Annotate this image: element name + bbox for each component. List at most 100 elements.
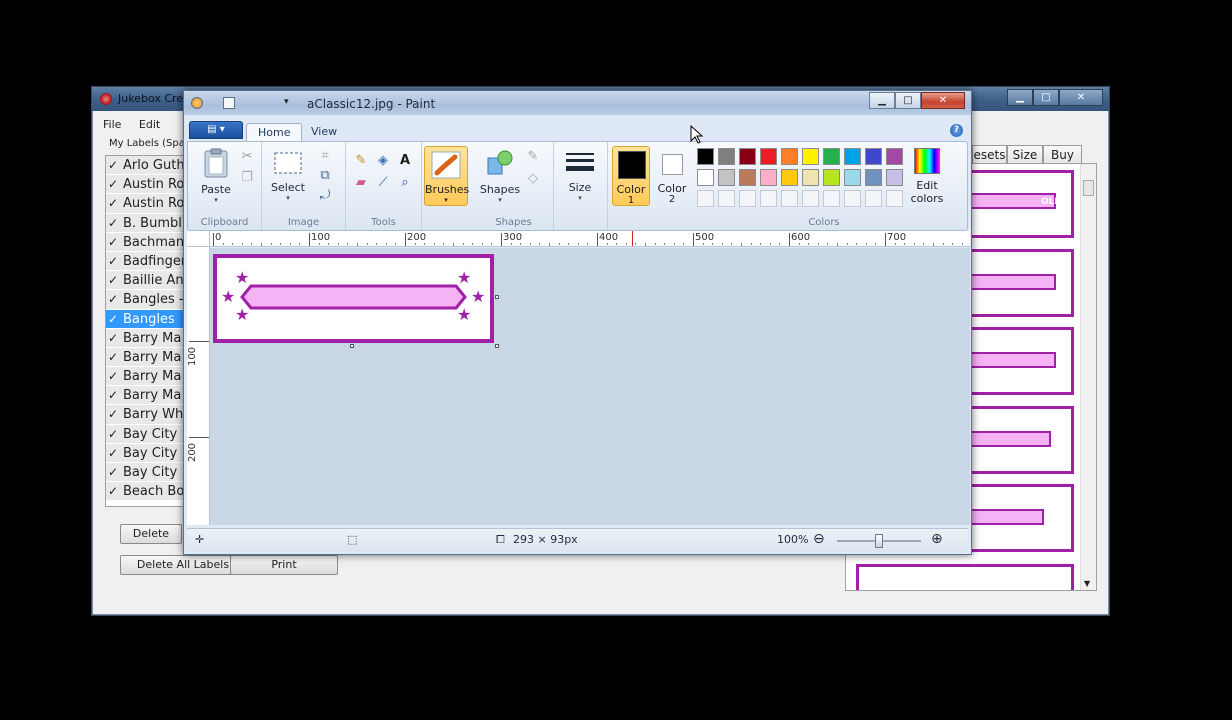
tab-size[interactable]: Size: [1007, 145, 1043, 165]
palette-swatch[interactable]: [823, 148, 840, 165]
check-icon[interactable]: ✓: [108, 463, 123, 482]
preview-label[interactable]: [956, 249, 1074, 317]
save-icon[interactable]: [223, 97, 235, 109]
palette-swatch[interactable]: [886, 169, 903, 186]
palette-swatch[interactable]: [865, 169, 882, 186]
check-icon[interactable]: ✓: [108, 214, 123, 233]
list-item[interactable]: ✓ Bay City: [106, 424, 192, 444]
palette-swatch[interactable]: [823, 169, 840, 186]
list-item[interactable]: ✓ Barry Wh: [106, 405, 192, 425]
list-item[interactable]: ✓ B. Bumbl: [106, 213, 192, 233]
list-item[interactable]: ✓ Beach Bo: [106, 482, 192, 502]
resize-handle[interactable]: [495, 295, 499, 299]
pencil-icon[interactable]: ✎: [352, 152, 370, 170]
check-icon[interactable]: ✓: [108, 233, 123, 252]
palette-swatch-empty[interactable]: [886, 190, 903, 207]
palette-swatch[interactable]: [802, 169, 819, 186]
delete-all-labels-button[interactable]: Delete All Labels: [120, 555, 246, 575]
crop-icon[interactable]: ⌗: [316, 147, 334, 165]
list-item[interactable]: ✓ Bangles -: [106, 290, 192, 310]
scroll-down-icon[interactable]: ▼: [1084, 579, 1090, 588]
list-item[interactable]: ✓ Barry Ma: [106, 347, 192, 368]
cut-icon[interactable]: ✂: [238, 148, 256, 166]
palette-swatch[interactable]: [718, 148, 735, 165]
list-item[interactable]: ✓ Barry Ma: [106, 328, 192, 348]
list-item[interactable]: ✓ Bangles: [106, 309, 192, 329]
check-icon[interactable]: ✓: [108, 252, 123, 271]
maximize-icon[interactable]: □: [1033, 89, 1059, 106]
tab-buy[interactable]: Buy: [1043, 145, 1082, 165]
check-icon[interactable]: ✓: [108, 367, 123, 386]
paint-titlebar[interactable]: ▾ aClassic12.jpg - Paint ▁ □ ✕: [184, 91, 971, 115]
resize-icon[interactable]: ⧉: [316, 167, 334, 185]
list-item[interactable]: ✓ Barry Ma: [106, 367, 192, 387]
palette-swatch[interactable]: [886, 148, 903, 165]
maximize-icon[interactable]: □: [895, 92, 921, 109]
copy-icon[interactable]: ❐: [238, 169, 256, 187]
check-icon[interactable]: ✓: [108, 329, 123, 348]
size-button[interactable]: Size ▾: [560, 150, 600, 202]
palette-swatch-empty[interactable]: [823, 190, 840, 207]
palette-swatch[interactable]: [739, 148, 756, 165]
shapes-button[interactable]: Shapes ▾: [478, 148, 522, 204]
preview-label[interactable]: [856, 564, 1074, 590]
palette-swatch-empty[interactable]: [718, 190, 735, 207]
check-icon[interactable]: ✓: [108, 194, 123, 213]
check-icon[interactable]: ✓: [108, 175, 123, 194]
palette-swatch-empty[interactable]: [739, 190, 756, 207]
list-item[interactable]: ✓ Bachman: [106, 232, 192, 252]
outline-icon[interactable]: ✎: [524, 148, 542, 166]
shape-fill-icon[interactable]: ◇: [524, 170, 542, 188]
list-item[interactable]: ✓ Bay City: [106, 463, 192, 483]
delete-button[interactable]: Delete: [120, 524, 182, 544]
label-list[interactable]: ✓ Arlo Guth ✓ Austin Ro ✓ Austin Ro ✓ B. Bumbl ✓…: [105, 155, 193, 507]
palette-swatch-empty[interactable]: [865, 190, 882, 207]
zoom-out-icon[interactable]: ⊖: [813, 531, 825, 547]
tab-presets[interactable]: esets: [972, 145, 1007, 165]
check-icon[interactable]: ✓: [108, 386, 123, 405]
help-icon[interactable]: ?: [950, 124, 963, 137]
palette-swatch[interactable]: [865, 148, 882, 165]
rotate-icon[interactable]: ⤾: [316, 187, 334, 205]
palette-swatch-empty[interactable]: [844, 190, 861, 207]
paste-button[interactable]: Paste ▾: [194, 148, 238, 204]
zoom-in-icon[interactable]: ⊕: [931, 531, 943, 547]
image-canvas[interactable]: ★ ★ ★ ★ ★ ★: [213, 254, 494, 343]
magnifier-icon[interactable]: ⌕: [396, 174, 414, 192]
print-button[interactable]: Print: [230, 555, 338, 575]
brushes-button[interactable]: Brushes ▾: [424, 146, 469, 206]
select-button[interactable]: Select ▾: [268, 150, 308, 202]
qat-dropdown-icon[interactable]: ▾: [284, 97, 289, 107]
check-icon[interactable]: ✓: [108, 271, 123, 290]
preview-scrollbar[interactable]: ▼: [1080, 164, 1096, 590]
color2-button[interactable]: Color 2: [653, 146, 691, 206]
list-item[interactable]: ✓ Arlo Guth: [106, 156, 192, 176]
check-icon[interactable]: ✓: [108, 310, 123, 329]
canvas-area[interactable]: ★ ★ ★ ★ ★ ★: [210, 248, 970, 525]
palette-swatch[interactable]: [760, 169, 777, 186]
text-icon[interactable]: A: [396, 152, 414, 170]
list-item[interactable]: ✓ Austin Ro: [106, 194, 192, 214]
paint-app-icon[interactable]: [191, 97, 203, 109]
color1-button[interactable]: Color 1: [612, 146, 650, 206]
menu-file[interactable]: File: [103, 115, 121, 135]
preview-label[interactable]: [956, 484, 1074, 552]
resize-handle[interactable]: [495, 344, 499, 348]
palette-swatch[interactable]: [781, 169, 798, 186]
list-item[interactable]: ✓ Bay City: [106, 443, 192, 463]
close-icon[interactable]: ✕: [921, 92, 965, 109]
color-picker-icon[interactable]: ⟋: [374, 174, 392, 192]
palette-swatch-empty[interactable]: [781, 190, 798, 207]
palette-swatch-empty[interactable]: [697, 190, 714, 207]
list-item[interactable]: ✓ Badfinger: [106, 251, 192, 272]
palette-swatch[interactable]: [718, 169, 735, 186]
close-icon[interactable]: ✕: [1059, 89, 1103, 106]
list-item[interactable]: ✓ Barry Ma: [106, 386, 192, 406]
list-item[interactable]: ✓ Austin Ro: [106, 175, 192, 195]
palette-swatch[interactable]: [760, 148, 777, 165]
check-icon[interactable]: ✓: [108, 405, 123, 424]
preview-label[interactable]: [956, 327, 1074, 395]
palette-swatch[interactable]: [802, 148, 819, 165]
palette-swatch[interactable]: [781, 148, 798, 165]
minimize-icon[interactable]: ▁: [869, 92, 895, 109]
